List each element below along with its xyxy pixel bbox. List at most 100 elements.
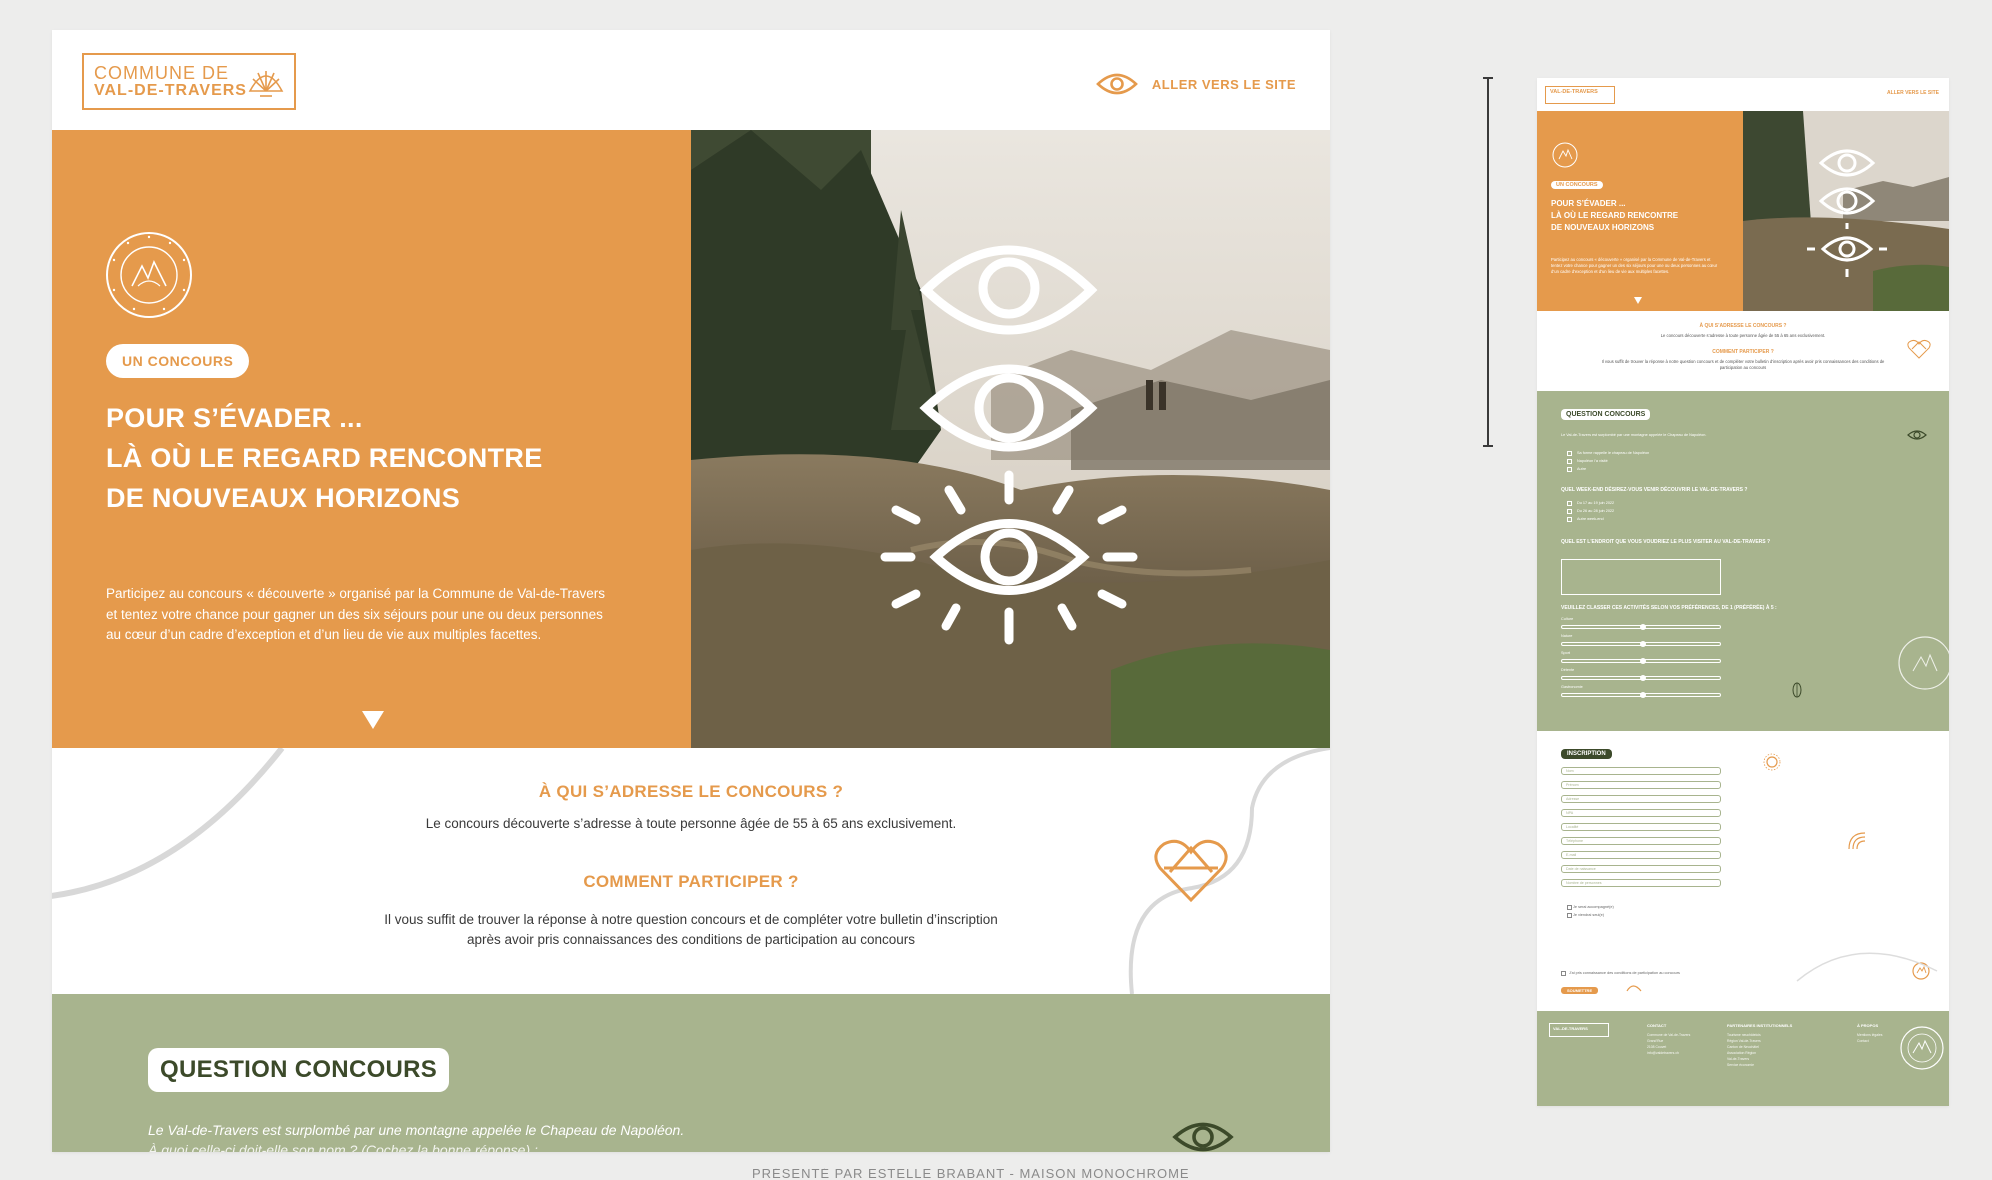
mini-answer-textarea[interactable]: [1561, 559, 1721, 595]
mini-footer-item[interactable]: Val-de-Travers: [1727, 1057, 1749, 1061]
mini-option: Sa forme rappelle le chapeau de Napoléon: [1577, 451, 1650, 455]
mini-footer-item[interactable]: Grand'Rue: [1647, 1039, 1663, 1043]
mini-footer-item[interactable]: Tourisme neuchâtelois: [1727, 1033, 1761, 1037]
mini-title-line: POUR S’ÉVADER ...: [1551, 199, 1626, 208]
hero-text-panel: UN CONCOURS POUR S’ÉVADER ... LÀ OÙ LE R…: [52, 130, 691, 748]
mini-decorative-curves: [1626, 952, 1938, 992]
mini-footer-seal-icon: [1900, 1026, 1944, 1070]
mini-rank-slider[interactable]: [1561, 692, 1721, 698]
presentation-caption: PRÉSENTÉ PAR ESTELLE BRABANT - MAISON MO…: [752, 1168, 1190, 1180]
site-logo[interactable]: COMMUNE DE VAL-DE-TRAVERS: [82, 53, 296, 110]
desktop-mockup: COMMUNE DE VAL-DE-TRAVERS ALLER VERS LE …: [52, 30, 1330, 1152]
mini-seal-icon: [1552, 142, 1578, 168]
hero-description: Participez au concours « découverte » or…: [106, 586, 605, 642]
mini-footer-item[interactable]: Contact: [1857, 1039, 1869, 1043]
mini-registration-section: INSCRIPTION Nom Prénom Adresse NPA Local…: [1537, 731, 1949, 1011]
mini-seal-icon: [1898, 636, 1949, 690]
who-text: Le concours découverte s’adresse à toute…: [425, 816, 957, 831]
who-heading: À QUI S’ADRESSE LE CONCOURS ?: [538, 782, 844, 801]
logo-line1: COMMUNE DE: [94, 63, 229, 83]
mini-triangle-down-icon[interactable]: [1634, 297, 1642, 304]
mini-hero-panel: UN CONCOURS POUR S’ÉVADER ... LÀ OÙ LE R…: [1537, 111, 1743, 311]
triangle-down-icon[interactable]: [361, 710, 385, 730]
mini-q3-label: QUEL EST L'ENDROIT QUE VOUS VOUDRIEZ LE …: [1561, 539, 1771, 545]
hero-title: POUR S’ÉVADER ... LÀ OÙ LE REGARD RENCON…: [106, 398, 666, 518]
mini-contest-badge: UN CONCOURS: [1551, 181, 1603, 189]
mini-q4-label: VEUILLEZ CLASSER CES ACTIVITÉS SELON VOS…: [1561, 605, 1777, 611]
mini-who-section: À QUI S’ADRESSE LE CONCOURS ? Le concour…: [1537, 311, 1949, 391]
mini-checkbox[interactable]: [1567, 517, 1572, 522]
mini-q2-label: QUEL WEEK-END DÉSIREZ-VOUS VENIR DÉCOUVR…: [1561, 487, 1748, 493]
go-to-site-link[interactable]: ALLER VERS LE SITE: [1096, 72, 1296, 96]
landscape-photo: [691, 130, 1330, 748]
mini-heart-mountain-icon: [1907, 339, 1931, 359]
mini-footer-item[interactable]: Service économie: [1727, 1063, 1754, 1067]
mini-rank-slider[interactable]: [1561, 675, 1721, 681]
how-heading: COMMENT PARTICIPER ?: [583, 872, 799, 891]
mini-landscape-photo: [1743, 111, 1949, 311]
mini-footer-item[interactable]: Association Région: [1727, 1051, 1756, 1055]
mini-nav-link[interactable]: ALLER VERS LE SITE: [1887, 90, 1939, 96]
mini-checkbox[interactable]: [1567, 459, 1572, 464]
question-line2: À quoi celle-ci doit-elle son nom ? (Coc…: [148, 1142, 538, 1152]
mini-question-badge: QUESTION CONCOURS: [1561, 409, 1651, 420]
mini-rank-label: Gastronomie: [1561, 685, 1583, 689]
mini-checkbox[interactable]: [1567, 467, 1572, 472]
how-text-line1: Il vous suffit de trouver la réponse à n…: [384, 912, 998, 927]
question-line1: Le Val-de-Travers est surplombé par une …: [148, 1122, 685, 1138]
mini-footer-item[interactable]: Mentions légales: [1857, 1033, 1882, 1037]
mini-footer-item[interactable]: 2108 Couvet: [1647, 1045, 1666, 1049]
mini-who-heading: À QUI S’ADRESSE LE CONCOURS ?: [1699, 323, 1787, 329]
mini-hero-text: Participez au concours « découverte » or…: [1551, 257, 1718, 274]
contest-badge: UN CONCOURS: [106, 344, 250, 378]
mini-logo[interactable]: VAL-DE-TRAVERS: [1545, 86, 1615, 104]
mini-footer-item[interactable]: Canton de Neuchâtel: [1727, 1045, 1759, 1049]
mini-rank-label: Culture: [1561, 617, 1574, 621]
shell-icon: [248, 71, 284, 97]
mini-rank-slider[interactable]: [1561, 658, 1721, 664]
mini-checkbox[interactable]: [1567, 451, 1572, 456]
full-page-mockup: VAL-DE-TRAVERS ALLER VERS LE SITE UN CON…: [1537, 78, 1949, 1106]
mini-footer-col-title: À PROPOS: [1857, 1023, 1879, 1028]
mini-footer-item[interactable]: Région Val-de-Travers: [1727, 1039, 1761, 1043]
mini-rank-label: Détente: [1561, 668, 1575, 672]
eye-icon: [1172, 1122, 1234, 1152]
hero-photo: [691, 130, 1330, 748]
mini-option: Du 17 au 19 juin 2022: [1577, 501, 1615, 505]
mini-hero-title: POUR S’ÉVADER ... LÀ OÙ LE REGARD RENCON…: [1551, 198, 1678, 234]
mini-option: Napoléon l'a visité: [1577, 459, 1608, 463]
how-text-line2: après avoir pris connaissances des condi…: [466, 932, 915, 947]
hero-title-line: LÀ OÙ LE REGARD RENCONTRE: [106, 443, 543, 473]
mini-eye-icon: [1907, 430, 1927, 440]
question-badge: QUESTION CONCOURS: [148, 1048, 450, 1092]
mini-option: Du 26 au 28 juin 2022: [1577, 509, 1615, 513]
mini-hero-photo: [1743, 111, 1949, 311]
mini-how-heading: COMMENT PARTICIPER ?: [1712, 349, 1774, 355]
go-to-site-label: ALLER VERS LE SITE: [1151, 76, 1296, 92]
site-header: COMMUNE DE VAL-DE-TRAVERS ALLER VERS LE …: [52, 30, 1330, 130]
mini-footer-item[interactable]: Commune de Val-de-Travers: [1647, 1033, 1690, 1037]
heart-mountain-icon: [1154, 839, 1228, 903]
mini-checkbox[interactable]: [1567, 501, 1572, 506]
mini-leaf-icon: [1792, 682, 1802, 698]
question-section: QUESTION CONCOURS Le Val-de-Travers est …: [52, 994, 1330, 1152]
mini-rank-slider[interactable]: [1561, 641, 1721, 647]
mini-checkbox[interactable]: [1567, 509, 1572, 514]
mini-option: Autre: [1577, 467, 1587, 471]
who-section: À QUI S’ADRESSE LE CONCOURS ? Le concour…: [52, 748, 1330, 994]
mini-rank-slider[interactable]: [1561, 624, 1721, 630]
mini-footer-item[interactable]: info@valdetravers.ch: [1647, 1051, 1679, 1055]
quality-seal-icon: [106, 232, 192, 318]
mini-question-section: QUESTION CONCOURS Le Val-de-Travers est …: [1537, 391, 1949, 731]
mini-footer-col-title: CONTACT: [1647, 1023, 1667, 1028]
hero-section: UN CONCOURS POUR S’ÉVADER ... LÀ OÙ LE R…: [52, 130, 1330, 748]
scroll-indicator-line: [1483, 77, 1493, 447]
mini-question-intro: Le Val-de-Travers est surplombé par une …: [1561, 433, 1707, 437]
mini-rank-label: Sport: [1561, 651, 1571, 655]
mini-title-line: LÀ OÙ LE REGARD RENCONTRE: [1551, 211, 1679, 220]
mini-footer: VAL-DE-TRAVERS CONTACT Commune de Val-de…: [1537, 1011, 1949, 1106]
presentation-canvas: COMMUNE DE VAL-DE-TRAVERS ALLER VERS LE …: [0, 0, 1992, 1180]
mini-footer-col-title: PARTENAIRES INSTITUTIONNELS: [1727, 1023, 1793, 1028]
mini-footer-logo[interactable]: VAL-DE-TRAVERS: [1549, 1023, 1609, 1037]
mini-how-text: Il vous suffit de trouver la réponse à n…: [1601, 359, 1885, 370]
